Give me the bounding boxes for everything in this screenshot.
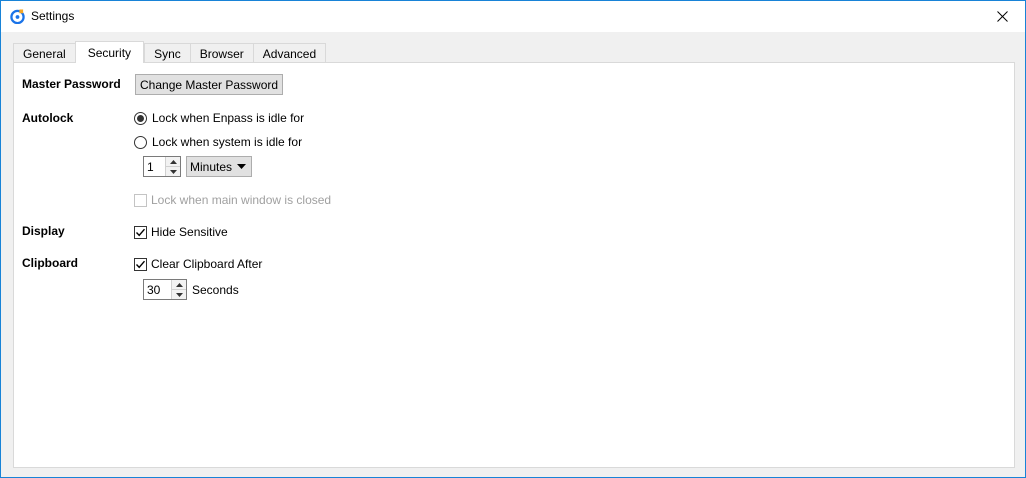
clipboard-seconds-spinbox[interactable]: 30 [143,279,187,300]
tab-general[interactable]: General [13,43,75,63]
checkbox-lock-on-close[interactable]: Lock when main window is closed [134,193,331,207]
close-button[interactable] [980,1,1025,32]
checkbox-hide-sensitive-label: Hide Sensitive [151,225,228,239]
spin-arrows [171,280,186,299]
checkbox-clear-clipboard[interactable]: Clear Clipboard After [134,257,262,271]
radio-button-selected[interactable] [134,111,147,125]
tab-advanced[interactable]: Advanced [252,43,327,63]
autolock-duration-spinbox[interactable]: 1 [143,156,181,177]
spin-down-button[interactable] [172,289,186,299]
display-label: Display [22,224,65,238]
autolock-duration-value[interactable]: 1 [144,157,165,176]
chevron-down-icon [175,292,183,297]
master-password-label: Master Password [22,77,121,91]
spin-up-button[interactable] [166,157,180,166]
checkbox-lock-on-close-label: Lock when main window is closed [151,193,332,207]
window-title: Settings [31,9,75,23]
radio-lock-system-idle-label: Lock when system is idle for [152,135,303,149]
tab-bar: General Security Sync Browser Advanced [13,41,327,63]
settings-window: Settings General Security Sync Browser A… [0,0,1026,478]
checkmark-icon [135,228,146,236]
autolock-label: Autolock [22,111,74,125]
checkmark-icon [135,260,146,268]
radio-button-unselected[interactable] [134,135,147,149]
clipboard-label: Clipboard [22,256,78,270]
tab-security[interactable]: Security [74,41,145,63]
title-bar[interactable]: Settings [1,1,1025,32]
radio-dot [137,114,144,122]
seconds-label: Seconds [192,283,239,297]
spin-arrows [165,157,180,176]
clipboard-seconds-value[interactable]: 30 [144,280,171,299]
spin-up-button[interactable] [172,280,186,289]
enpass-app-icon [10,9,25,24]
autolock-unit-value: Minutes [190,159,233,174]
dropdown-arrow-icon [237,164,246,169]
radio-lock-enpass-idle-label: Lock when Enpass is idle for [152,111,305,125]
tab-browser[interactable]: Browser [189,43,253,63]
spin-down-button[interactable] [166,166,180,176]
chevron-down-icon [169,169,177,174]
chevron-up-icon [175,282,183,287]
radio-lock-enpass-idle[interactable]: Lock when Enpass is idle for [134,111,304,125]
checkbox-clear-clipboard-label: Clear Clipboard After [151,257,263,271]
autolock-unit-dropdown[interactable]: Minutes [186,156,252,177]
checkbox-checked[interactable] [134,257,147,271]
tab-sync[interactable]: Sync [144,43,190,63]
chevron-up-icon [169,159,177,164]
checkbox-unchecked[interactable] [134,193,147,207]
checkbox-hide-sensitive[interactable]: Hide Sensitive [134,225,228,239]
security-panel: Master Password Change Master Password A… [13,62,1015,468]
checkbox-checked[interactable] [134,225,147,239]
radio-lock-system-idle[interactable]: Lock when system is idle for [134,135,302,149]
close-icon [997,11,1008,22]
change-master-password-button[interactable]: Change Master Password [135,74,284,95]
